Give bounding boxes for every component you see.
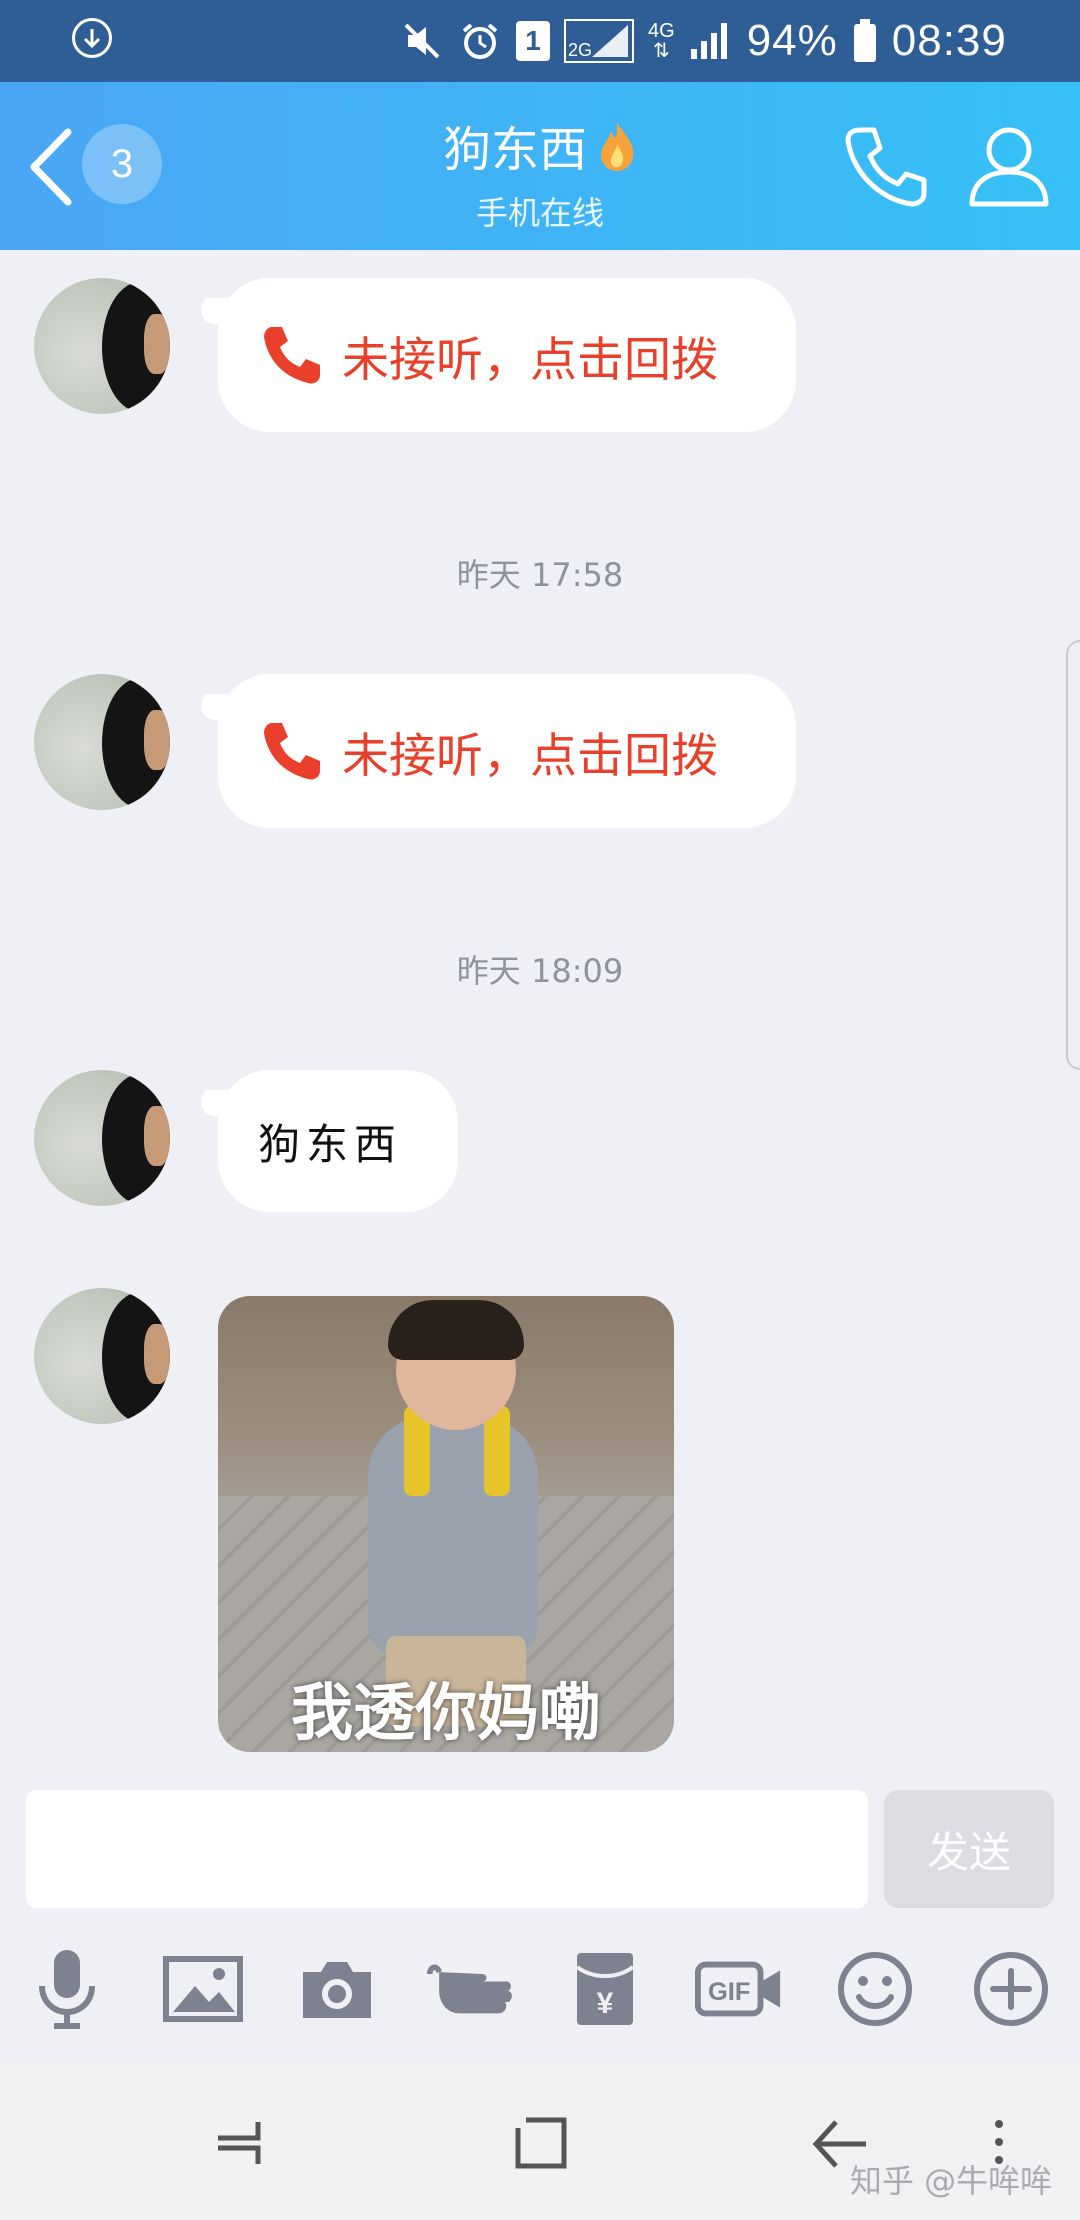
camera-button[interactable] [292, 1944, 382, 2034]
message-text: 狗东西 [258, 1119, 403, 1169]
avatar[interactable] [34, 278, 170, 414]
sim-slot-icon: 1 [516, 21, 550, 61]
image-button[interactable] [158, 1944, 248, 2034]
download-icon [72, 18, 112, 58]
status-bar: 1 2G 4G ⇅ 94% 08:39 [0, 0, 1080, 82]
phone-icon [264, 327, 320, 384]
timestamp: 昨天 18:09 [456, 952, 624, 990]
signal-icon [690, 23, 727, 59]
alarm-icon [462, 23, 498, 59]
scrollbar[interactable] [1066, 640, 1080, 1070]
text-message-bubble[interactable]: 狗东西 [218, 1070, 458, 1212]
input-toolbar: ¥ GIF [0, 1924, 1080, 2054]
microphone-icon [39, 1950, 95, 2029]
image-icon [163, 1956, 243, 2022]
poke-button[interactable] [426, 1944, 516, 2034]
clock: 08:39 [891, 16, 1007, 65]
svg-text:¥: ¥ [597, 1987, 614, 2020]
poke-icon [426, 1964, 512, 2014]
battery-percent: 94% [746, 16, 838, 65]
person-icon [969, 127, 1049, 207]
contact-name-text: 狗东西 [442, 122, 587, 178]
watermark: 知乎 @牛哞哞 [850, 2162, 1053, 2200]
phone-icon [845, 127, 927, 207]
voice-call-button[interactable] [842, 120, 932, 210]
mute-icon [404, 23, 440, 59]
profile-button[interactable] [964, 120, 1054, 210]
plus-icon [974, 1952, 1048, 2026]
network-4g-icon: 4G ⇅ [648, 20, 675, 62]
system-nav-bar: 知乎 @牛哞哞 [0, 2058, 1080, 2220]
sticker-image[interactable]: 我透你妈嘞 [218, 1296, 674, 1752]
message-input[interactable] [26, 1790, 868, 1908]
home-button[interactable] [506, 2108, 576, 2178]
home-icon [515, 2117, 567, 2169]
recent-apps-icon [218, 2122, 261, 2164]
recent-apps-button[interactable] [204, 2108, 274, 2178]
flame-icon [597, 121, 637, 185]
gif-button[interactable]: GIF [694, 1944, 784, 2034]
timestamp: 昨天 17:58 [456, 556, 624, 594]
camera-icon [303, 1962, 371, 2018]
battery-icon [853, 19, 876, 62]
signal-2g-icon: 2G [564, 19, 634, 63]
svg-text:GIF: GIF [708, 1978, 750, 2006]
emoji-button[interactable] [830, 1944, 920, 2034]
missed-call-text: 未接听，点击回拨 [342, 728, 718, 784]
red-packet-icon: ¥ [575, 1953, 635, 2025]
missed-call-text: 未接听，点击回拨 [342, 332, 718, 388]
gif-icon: GIF [694, 1961, 781, 2017]
more-button[interactable] [966, 1944, 1056, 2034]
chat-header: 3 狗东西 手机在线 [0, 82, 1080, 250]
phone-icon [264, 723, 320, 780]
sticker-caption: 我透你妈嘞 [290, 1676, 601, 1749]
missed-call-bubble[interactable]: 未接听，点击回拨 [218, 674, 796, 828]
voice-button[interactable] [22, 1944, 112, 2034]
emoji-icon [838, 1952, 912, 2026]
red-packet-button[interactable]: ¥ [560, 1944, 650, 2034]
avatar[interactable] [34, 674, 170, 810]
missed-call-bubble[interactable]: 未接听，点击回拨 [218, 278, 796, 432]
avatar[interactable] [34, 1070, 170, 1206]
send-button[interactable]: 发送 [884, 1790, 1054, 1908]
composer: 发送 [0, 1774, 1080, 1924]
avatar[interactable] [34, 1288, 170, 1424]
